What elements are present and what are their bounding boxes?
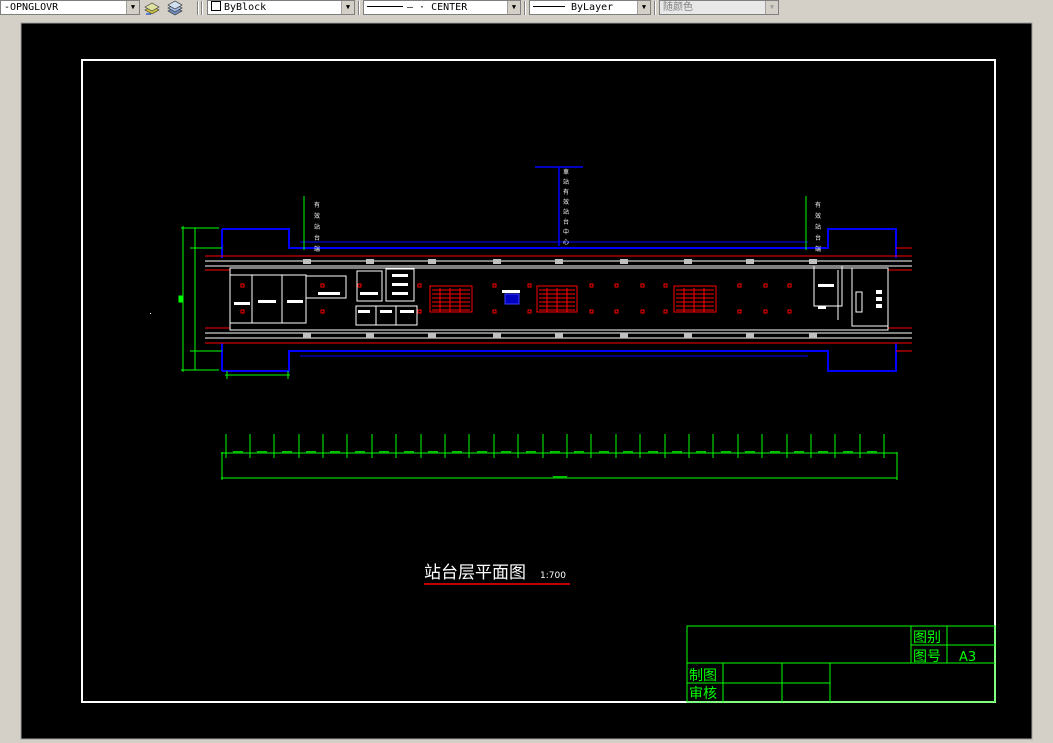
chevron-down-icon[interactable]: ▼ (765, 1, 778, 14)
chevron-down-icon[interactable]: ▼ (507, 1, 520, 14)
toolbar-separator (197, 1, 199, 15)
chevron-down-icon[interactable]: ▼ (637, 1, 650, 14)
drawing-area[interactable]: 有 效 站 台 端 車 站 有 效 站 台 中 心 有 效 站 台 端 站台层平… (0, 18, 1053, 743)
chevron-down-icon[interactable]: ▼ (341, 1, 354, 14)
tu-hao-label: 图号 (913, 649, 941, 665)
color-swatch-icon (211, 1, 221, 11)
make-layer-current-icon[interactable] (143, 0, 161, 16)
lineweight-value: ByLayer (571, 2, 614, 13)
lineweight-dropdown[interactable]: ByLayer ▼ (529, 0, 651, 15)
layer-previous-icon[interactable] (166, 0, 184, 16)
model-space-canvas[interactable]: 有 效 站 台 端 車 站 有 效 站 台 中 心 有 效 站 台 端 站台层平… (0, 18, 1053, 743)
color-dropdown[interactable]: ByBlock ▼ (207, 0, 355, 15)
zhi-tu-label: 制图 (689, 668, 717, 684)
linetype-sample-icon (367, 6, 403, 7)
layer-value: -OPNGLOVR (4, 2, 59, 13)
cursor-point (150, 313, 151, 314)
lineweight-sample-icon (533, 6, 565, 7)
toolbar-separator (201, 1, 203, 15)
properties-toolbar: -OPNGLOVR ▼ ByBlock ▼ – · CENTER ▼ ByLay… (0, 0, 1053, 19)
drawing-scale: 1:700 (540, 571, 566, 581)
chevron-down-icon[interactable]: ▼ (126, 1, 139, 14)
plotstyle-dropdown[interactable]: 随颜色 ▼ (659, 0, 779, 15)
linetype-dropdown[interactable]: – · CENTER ▼ (363, 0, 521, 15)
tu-bie-label: 图别 (913, 630, 941, 646)
elevator-icon (504, 293, 520, 305)
plotstyle-value: 随颜色 (663, 2, 693, 13)
layer-dropdown[interactable]: -OPNGLOVR ▼ (0, 0, 140, 15)
toolbar-separator (358, 1, 360, 15)
shen-he-label: 审核 (689, 686, 717, 702)
toolbar-separator (524, 1, 526, 15)
drawing-title: 站台层平面图 (424, 563, 526, 583)
toolbar-separator (654, 1, 656, 15)
viewport[interactable] (20, 22, 1033, 740)
linetype-value: CENTER (431, 2, 468, 13)
color-value: ByBlock (224, 2, 267, 13)
sheet-size-value: A3 (959, 650, 976, 665)
